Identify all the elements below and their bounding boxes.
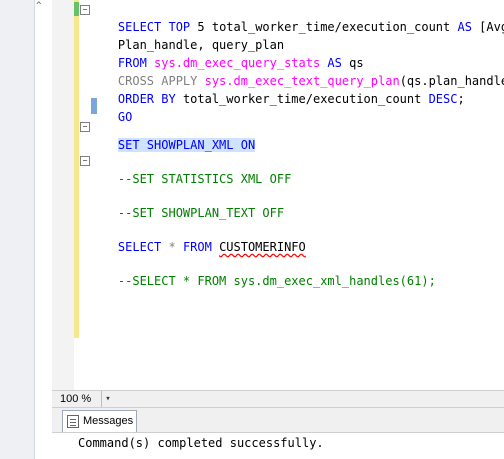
zoom-select[interactable]: 100 %: [58, 391, 102, 407]
code-line-comment-1[interactable]: --SET STATISTICS XML OFF: [89, 152, 291, 186]
code-line-comment-3[interactable]: --SELECT * FROM sys.dm_exec_xml_handles(…: [89, 254, 436, 288]
left-panel-arrow-icon[interactable]: ^: [36, 0, 48, 12]
code-line-5[interactable]: ORDER BY total_worker_time/execution_cou…: [89, 72, 465, 106]
chevron-down-icon[interactable]: ▾: [102, 391, 114, 407]
code-line-2[interactable]: Plan_handle, query_plan: [89, 18, 284, 52]
editor-gutter: [52, 0, 74, 390]
change-bar-saved: [74, 2, 79, 16]
code-line-1[interactable]: SELECT TOP 5 total_worker_time/execution…: [89, 0, 504, 34]
change-bar: [74, 0, 79, 338]
result-message: Command(s) completed successfully.: [78, 436, 324, 450]
zoom-value: 100 %: [60, 393, 92, 405]
query-editor[interactable]: − − − SELECT TOP 5 total_worker_time/exe…: [52, 0, 504, 390]
code-line-4[interactable]: CROSS APPLY sys.dm_exec_text_query_plan(…: [89, 54, 504, 88]
results-pane: Messages Command(s) completed successful…: [52, 408, 504, 459]
code-line-3[interactable]: FROM sys.dm_exec_query_stats AS qs: [89, 36, 364, 70]
zoom-bar: 100 % ▾: [52, 390, 504, 408]
messages-tab-label: Messages: [83, 415, 134, 427]
object-explorer-edge: [0, 0, 35, 459]
tab-messages[interactable]: Messages: [62, 410, 137, 432]
code-line-set-showplan[interactable]: SET SHOWPLAN_XML ON: [89, 118, 256, 152]
text-cursor: [91, 98, 97, 114]
results-tab-bar: Messages: [52, 408, 504, 433]
messages-icon: [67, 415, 79, 428]
code-line-comment-2[interactable]: --SET SHOWPLAN_TEXT OFF: [89, 186, 284, 220]
code-line-select-customer[interactable]: SELECT * FROM CUSTOMERINFO: [89, 220, 306, 254]
